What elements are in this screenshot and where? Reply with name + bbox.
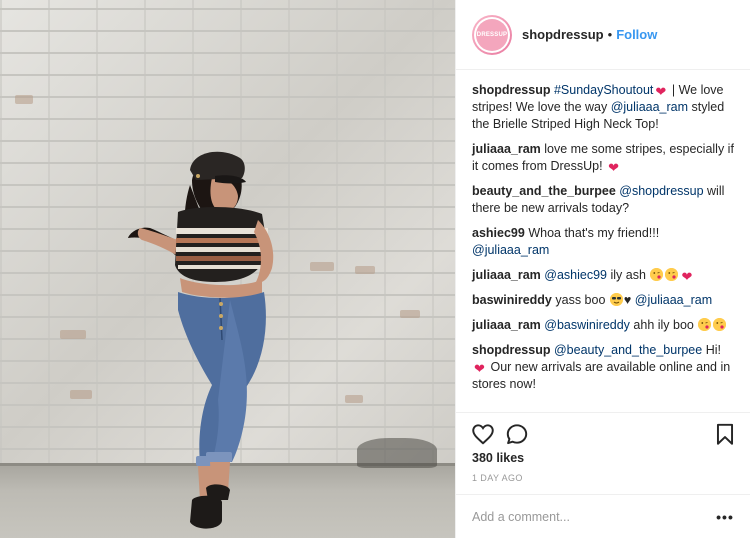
post-header: DRESSUP shopdressup • Follow	[456, 0, 750, 70]
comment-username[interactable]: shopdressup	[472, 83, 551, 97]
comment-username[interactable]: juliaaa_ram	[472, 268, 541, 282]
instagram-post: DRESSUP shopdressup • Follow shopdressup…	[0, 0, 750, 538]
comment-username[interactable]: juliaaa_ram	[472, 142, 541, 156]
comment: baswinireddy yass boo ♥ @juliaaa_ram	[472, 292, 738, 309]
comment-input[interactable]	[472, 509, 715, 524]
heart-emoji-icon: ❤	[655, 84, 667, 99]
mention-link[interactable]: @juliaaa_ram	[472, 243, 549, 257]
like-count[interactable]: 380 likes	[472, 451, 524, 465]
mention-link[interactable]: @juliaaa_ram	[635, 293, 712, 307]
comment: shopdressup @beauty_and_the_burpee Hi! ❤…	[472, 342, 738, 393]
comment: juliaaa_ram love me some stripes, especi…	[472, 141, 738, 175]
kiss-emoji-icon	[665, 268, 679, 281]
heart-emoji-icon: ❤	[608, 160, 620, 175]
person-figure	[128, 151, 274, 529]
action-bar	[456, 412, 750, 452]
comment-text: ahh ily boo	[629, 318, 698, 332]
comment-username[interactable]: baswinireddy	[472, 293, 552, 307]
post-timestamp[interactable]: 1 DAY AGO	[472, 473, 523, 483]
comment-username[interactable]: ashiec99	[472, 226, 525, 240]
kiss-emoji-icon	[698, 318, 712, 331]
hashtag-link[interactable]: #SundayShoutout	[554, 83, 653, 97]
avatar[interactable]: DRESSUP	[472, 14, 512, 55]
kiss-emoji-icon	[713, 318, 727, 331]
comment: juliaaa_ram @ashiec99 ily ash ❤	[472, 267, 738, 284]
mention-link[interactable]: @beauty_and_the_burpee	[554, 343, 702, 357]
comment: ashiec99 Whoa that's my friend!!! @julia…	[472, 225, 738, 259]
mention-link[interactable]: @baswinireddy	[544, 318, 630, 332]
comment: beauty_and_the_burpee @shopdressup will …	[472, 183, 738, 217]
bookmark-icon[interactable]	[712, 421, 738, 447]
comment-text: Our new arrivals are available online an…	[472, 360, 731, 391]
comment: shopdressup #SundayShoutout ❤ | We love s…	[472, 82, 738, 133]
separator-dot: •	[607, 27, 613, 42]
mention-link[interactable]: @juliaaa_ram	[611, 100, 688, 114]
more-options-icon[interactable]: •••	[715, 509, 735, 525]
sunglasses-emoji-icon	[609, 293, 623, 306]
comment-text: ♥	[623, 293, 635, 307]
mention-link[interactable]: @ashiec99	[544, 268, 607, 282]
comment: juliaaa_ram @baswinireddy ahh ily boo	[472, 317, 738, 334]
comment-username[interactable]: juliaaa_ram	[472, 318, 541, 332]
follow-button[interactable]: Follow	[616, 27, 657, 42]
like-icon[interactable]	[470, 421, 496, 447]
mention-link[interactable]: @shopdressup	[619, 184, 703, 198]
kiss-emoji-icon	[650, 268, 664, 281]
heart-emoji-icon: ❤	[681, 269, 693, 284]
heart-emoji-icon: ❤	[474, 361, 485, 376]
post-side-panel: DRESSUP shopdressup • Follow shopdressup…	[455, 0, 750, 538]
add-comment-bar: •••	[456, 494, 750, 538]
comment-text: ily ash	[607, 268, 650, 282]
author-username[interactable]: shopdressup	[522, 27, 604, 42]
comment-text: Hi!	[702, 343, 721, 357]
comment-icon[interactable]	[504, 421, 530, 447]
avatar-logo: DRESSUP	[476, 18, 508, 51]
comment-username[interactable]: beauty_and_the_burpee	[472, 184, 616, 198]
comment-text: yass boo	[555, 293, 609, 307]
comment-text: Whoa that's my friend!!!	[528, 226, 660, 240]
comment-username[interactable]: shopdressup	[472, 343, 551, 357]
comments-list: shopdressup #SundayShoutout ❤ | We love s…	[472, 82, 738, 401]
post-photo[interactable]	[0, 0, 455, 538]
